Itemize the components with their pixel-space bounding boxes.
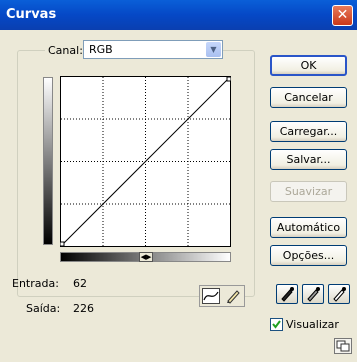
pencil-icon[interactable] xyxy=(224,288,242,304)
output-gradient-bar xyxy=(43,77,53,245)
cancel-button[interactable]: Cancelar xyxy=(270,87,347,108)
title-bar[interactable]: Curvas ✕ xyxy=(0,0,357,30)
curves-dialog: Curvas ✕ Canal: RGB ▼ ◀▶ Entrada: 62 Saí… xyxy=(0,0,357,362)
curve-point-start xyxy=(60,241,65,247)
output-label: Saída: xyxy=(26,302,61,315)
smooth-button: Suavizar xyxy=(270,181,347,202)
eyedropper-gray-icon[interactable] xyxy=(302,284,324,304)
eyedropper-white-icon[interactable] xyxy=(328,284,350,304)
curve-point-end xyxy=(226,76,231,82)
curve-tools xyxy=(199,285,245,307)
channel-value: RGB xyxy=(89,43,113,56)
channel-label: Canal: xyxy=(45,44,86,57)
gradient-toggle-handle[interactable]: ◀▶ xyxy=(139,252,153,262)
window-title: Curvas xyxy=(6,7,57,22)
save-button[interactable]: Salvar... xyxy=(270,149,347,170)
input-value: 62 xyxy=(73,277,87,290)
output-value: 226 xyxy=(73,302,94,315)
options-button[interactable]: Opções... xyxy=(270,245,347,266)
eyedropper-black-icon[interactable] xyxy=(276,284,298,304)
curve-graph[interactable] xyxy=(60,76,231,247)
auto-button[interactable]: Automático xyxy=(270,217,347,238)
channel-select[interactable]: RGB ▼ xyxy=(83,40,223,59)
ok-button[interactable]: OK xyxy=(270,55,347,76)
chevron-down-icon[interactable]: ▼ xyxy=(206,42,221,57)
preview-checkbox[interactable] xyxy=(270,318,283,331)
load-button[interactable]: Carregar... xyxy=(270,121,347,142)
preview-label[interactable]: Visualizar xyxy=(286,318,339,331)
close-button[interactable]: ✕ xyxy=(332,5,353,26)
curve-tool-icon[interactable] xyxy=(202,288,220,304)
checkmark-icon xyxy=(272,320,281,329)
expand-icon[interactable] xyxy=(334,338,352,354)
input-label: Entrada: xyxy=(12,277,59,290)
close-icon: ✕ xyxy=(336,7,349,23)
